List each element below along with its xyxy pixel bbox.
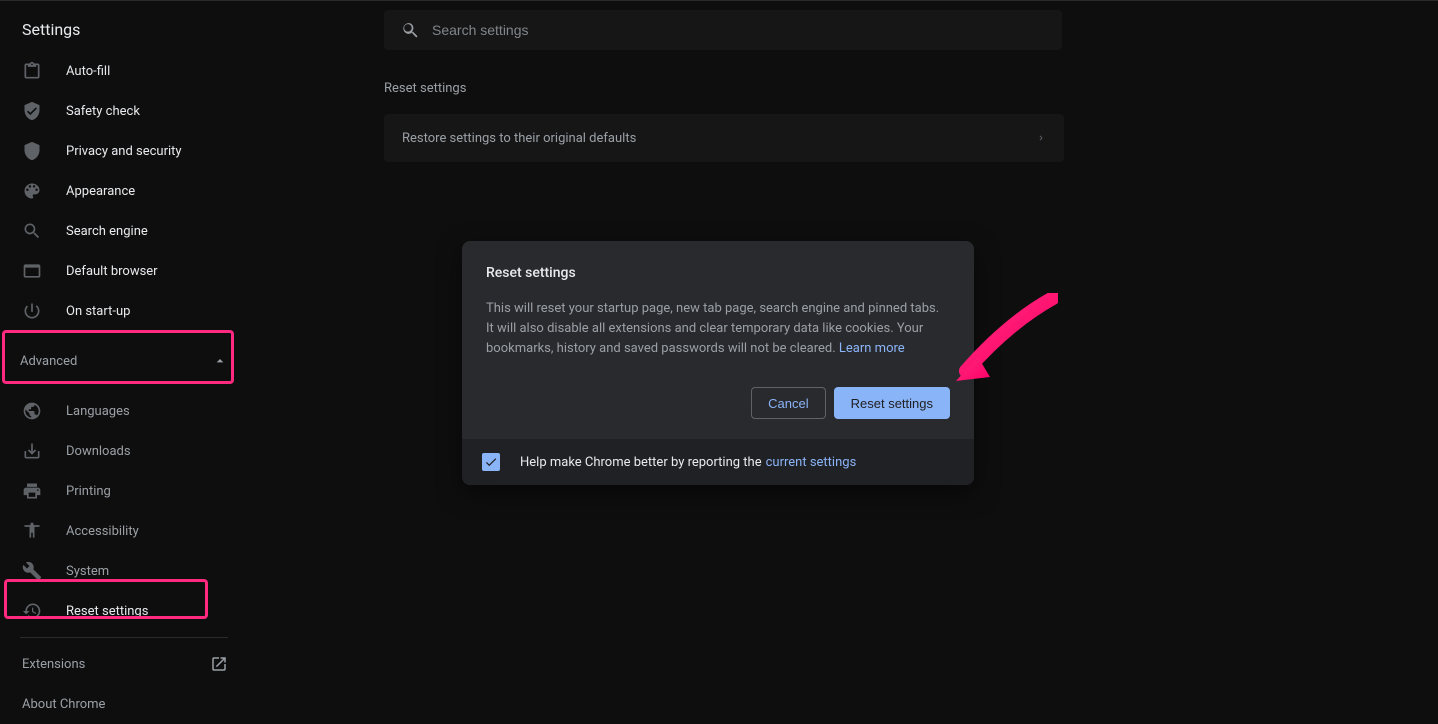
header: Settings bbox=[0, 1, 1438, 57]
sidebar: Auto-fill Safety check Privacy and secur… bbox=[0, 51, 248, 724]
current-settings-link[interactable]: current settings bbox=[766, 455, 857, 470]
wrench-icon bbox=[22, 561, 42, 581]
sidebar-item-label: System bbox=[66, 564, 109, 579]
shield-check-icon bbox=[22, 101, 42, 121]
sidebar-item-startup[interactable]: On start-up bbox=[0, 291, 248, 331]
cancel-button[interactable]: Cancel bbox=[751, 387, 825, 419]
search-icon bbox=[400, 20, 420, 40]
sidebar-item-downloads[interactable]: Downloads bbox=[0, 431, 248, 471]
chevron-right-icon bbox=[1036, 133, 1046, 143]
sidebar-item-label: On start-up bbox=[66, 304, 130, 319]
sidebar-item-label: Languages bbox=[66, 404, 130, 419]
section-title: Reset settings bbox=[384, 81, 1064, 96]
globe-icon bbox=[22, 401, 42, 421]
sidebar-item-label: Auto-fill bbox=[66, 64, 110, 79]
sidebar-divider bbox=[20, 637, 228, 638]
sidebar-item-autofill[interactable]: Auto-fill bbox=[0, 51, 248, 91]
search-input[interactable] bbox=[432, 22, 1046, 38]
browser-icon bbox=[22, 261, 42, 281]
sidebar-item-label: Appearance bbox=[66, 184, 135, 199]
sidebar-item-label: Printing bbox=[66, 484, 111, 499]
row-label: Restore settings to their original defau… bbox=[402, 131, 636, 146]
sidebar-item-appearance[interactable]: Appearance bbox=[0, 171, 248, 211]
report-checkbox[interactable] bbox=[482, 453, 500, 471]
sidebar-item-label: About Chrome bbox=[22, 697, 105, 712]
search-field[interactable] bbox=[384, 10, 1062, 50]
sidebar-item-extensions[interactable]: Extensions bbox=[0, 644, 248, 684]
sidebar-item-languages[interactable]: Languages bbox=[0, 391, 248, 431]
sidebar-item-label: Accessibility bbox=[66, 524, 139, 539]
dialog-title: Reset settings bbox=[486, 265, 950, 281]
search-icon bbox=[22, 221, 42, 241]
power-icon bbox=[22, 301, 42, 321]
restore-icon bbox=[22, 601, 42, 621]
sidebar-item-reset[interactable]: Reset settings bbox=[0, 591, 248, 631]
shield-icon bbox=[22, 141, 42, 161]
printer-icon bbox=[22, 481, 42, 501]
dialog-footer: Help make Chrome better by reporting the… bbox=[462, 439, 974, 485]
sidebar-item-search-engine[interactable]: Search engine bbox=[0, 211, 248, 251]
sidebar-section-label: Advanced bbox=[20, 354, 77, 369]
sidebar-item-label: Search engine bbox=[66, 224, 148, 239]
footer-text: Help make Chrome better by reporting the bbox=[520, 455, 762, 470]
reset-settings-button[interactable]: Reset settings bbox=[834, 387, 950, 419]
sidebar-item-label: Downloads bbox=[66, 444, 131, 459]
sidebar-item-label: Default browser bbox=[66, 264, 158, 279]
download-icon bbox=[22, 441, 42, 461]
page-title: Settings bbox=[22, 20, 80, 39]
sidebar-item-label: Reset settings bbox=[66, 604, 148, 619]
sidebar-item-label: Extensions bbox=[22, 657, 85, 672]
sidebar-item-label: Privacy and security bbox=[66, 144, 182, 159]
sidebar-item-accessibility[interactable]: Accessibility bbox=[0, 511, 248, 551]
dialog-buttons: Cancel Reset settings bbox=[486, 387, 950, 419]
learn-more-link[interactable]: Learn more bbox=[839, 341, 905, 356]
sidebar-item-system[interactable]: System bbox=[0, 551, 248, 591]
palette-icon bbox=[22, 181, 42, 201]
sidebar-section-advanced[interactable]: Advanced bbox=[0, 337, 248, 385]
dialog-text: This will reset your startup page, new t… bbox=[486, 299, 950, 359]
clipboard-icon bbox=[22, 61, 42, 81]
reset-settings-dialog: Reset settings This will reset your star… bbox=[462, 241, 974, 485]
sidebar-item-default-browser[interactable]: Default browser bbox=[0, 251, 248, 291]
dialog-body: Reset settings This will reset your star… bbox=[462, 241, 974, 439]
restore-defaults-row[interactable]: Restore settings to their original defau… bbox=[384, 114, 1064, 162]
sidebar-item-printing[interactable]: Printing bbox=[0, 471, 248, 511]
accessibility-icon bbox=[22, 521, 42, 541]
chevron-up-icon bbox=[212, 353, 228, 369]
sidebar-item-about[interactable]: About Chrome bbox=[0, 684, 248, 724]
sidebar-item-label: Safety check bbox=[66, 104, 140, 119]
open-external-icon bbox=[210, 655, 228, 673]
check-icon bbox=[484, 455, 498, 469]
main-content: Reset settings Restore settings to their… bbox=[384, 81, 1064, 162]
sidebar-item-safety[interactable]: Safety check bbox=[0, 91, 248, 131]
sidebar-item-privacy[interactable]: Privacy and security bbox=[0, 131, 248, 171]
